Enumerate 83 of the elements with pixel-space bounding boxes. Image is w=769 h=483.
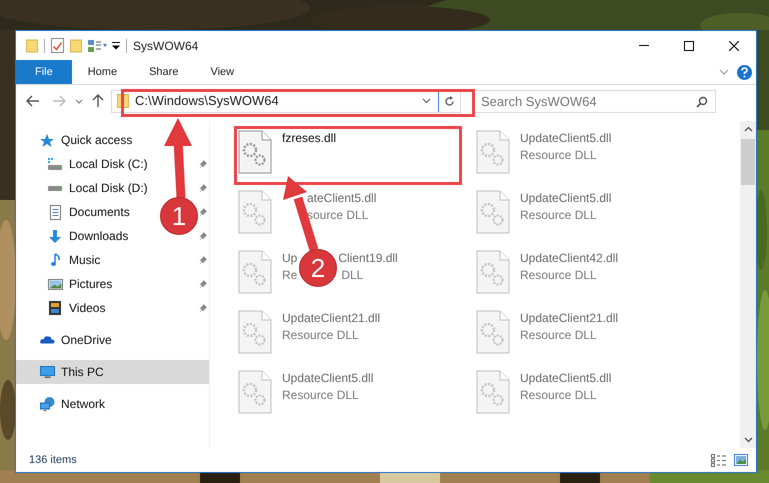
file-type: Resource DLL [520, 207, 597, 224]
network-icon [40, 397, 54, 411]
film-icon [49, 301, 61, 315]
file-name: UpdateClient21.dll [282, 310, 380, 327]
scroll-down-icon[interactable] [744, 437, 752, 443]
scrollbar[interactable] [740, 121, 756, 448]
file-type: DLL [341, 267, 364, 284]
file-name: UpdateClient5.dll [520, 370, 612, 387]
file-name: UpdateClient21.dll [520, 310, 618, 327]
file-type: Resource DLL [282, 327, 359, 344]
ribbon-tab[interactable]: Home [72, 60, 134, 84]
monitor-icon [40, 366, 54, 378]
view-icon[interactable] [88, 40, 108, 52]
nav-item[interactable]: Pictures [16, 272, 116, 296]
nav-item[interactable]: Network [16, 392, 110, 416]
search-field[interactable]: Search SysWOW64 [472, 90, 716, 112]
up-icon[interactable] [92, 94, 104, 108]
nav-item[interactable]: OneDrive [16, 328, 116, 352]
file-name: UpdateClient42.dll [520, 250, 618, 267]
nav-item[interactable]: Documents [16, 200, 134, 224]
file-name: Client19.dll [338, 250, 398, 267]
drive-icon [48, 158, 62, 170]
ribbon-tab[interactable]: View [194, 60, 250, 84]
new-folder-icon[interactable] [70, 38, 82, 52]
nav-item[interactable]: Videos [16, 296, 110, 320]
close-icon [728, 40, 738, 50]
address-bar[interactable]: C:\Windows\SysWOW64 [111, 90, 461, 112]
ribbon-tab[interactable]: Share [133, 60, 194, 84]
scroll-up-icon[interactable] [744, 126, 752, 132]
cloud-icon [40, 336, 54, 344]
file-type: Resource DLL [520, 327, 597, 344]
file-type: Re [282, 267, 298, 284]
nav-item[interactable]: Quick access [16, 128, 136, 152]
dll-file-icon[interactable] [238, 130, 272, 174]
refresh-icon[interactable] [444, 96, 455, 106]
music-note-icon [50, 252, 60, 268]
document-icon [50, 204, 60, 220]
file-type: Resource DLL [282, 387, 359, 404]
file-type: source DLL [307, 207, 368, 224]
nav-item[interactable]: Local Disk (C:) [16, 152, 152, 176]
download-icon [49, 230, 61, 242]
nav-item[interactable]: Music [16, 248, 104, 272]
back-icon[interactable] [26, 95, 40, 107]
file-name: Up [282, 250, 298, 267]
pin-icon[interactable] [199, 160, 207, 168]
file-type: Resource DLL [520, 387, 597, 404]
ribbon-tab[interactable]: File [16, 60, 72, 84]
file-type: Resource DLL [520, 267, 597, 284]
minimize-icon [638, 45, 648, 46]
drive-icon [48, 186, 62, 190]
pin-icon[interactable] [199, 232, 207, 240]
star-icon [39, 132, 55, 148]
pin-icon[interactable] [199, 208, 207, 216]
recent-icon[interactable] [75, 98, 83, 104]
customize-icon[interactable] [112, 42, 120, 50]
item-count: 136 items [29, 452, 77, 468]
expand-ribbon-icon[interactable] [719, 69, 729, 75]
file-type: Resource DLL [520, 147, 597, 164]
forward-icon[interactable] [52, 95, 66, 107]
pin-icon[interactable] [199, 256, 207, 264]
nav-item[interactable]: Local Disk (D:) [16, 176, 152, 200]
details-view-icon[interactable] [711, 454, 727, 466]
maximize-icon [684, 40, 694, 50]
nav-item[interactable]: Downloads [16, 224, 132, 248]
help-icon[interactable] [737, 64, 752, 80]
dropdown-icon[interactable] [422, 98, 431, 104]
pin-icon[interactable] [199, 280, 207, 288]
folder-icon [26, 38, 38, 52]
nav-item[interactable]: This PC [16, 360, 209, 384]
address-path: C:\Windows\SysWOW64 [135, 92, 279, 110]
search-icon[interactable] [696, 96, 708, 108]
scroll-thumb[interactable] [741, 139, 755, 185]
file-name: ateClient5.dll [307, 190, 376, 207]
picture-icon [48, 278, 62, 290]
file-name: UpdateClient5.dll [520, 190, 612, 207]
window-title: SysWOW64 [133, 38, 198, 54]
file-name: UpdateClient5.dll [282, 370, 374, 387]
file-name: UpdateClient5.dll [520, 130, 612, 147]
pin-icon[interactable] [199, 184, 207, 192]
file-name: fzreses.dll [282, 130, 336, 147]
pin-icon[interactable] [199, 304, 207, 312]
large-icons-view-icon[interactable] [734, 454, 748, 466]
properties-icon[interactable] [51, 38, 64, 53]
